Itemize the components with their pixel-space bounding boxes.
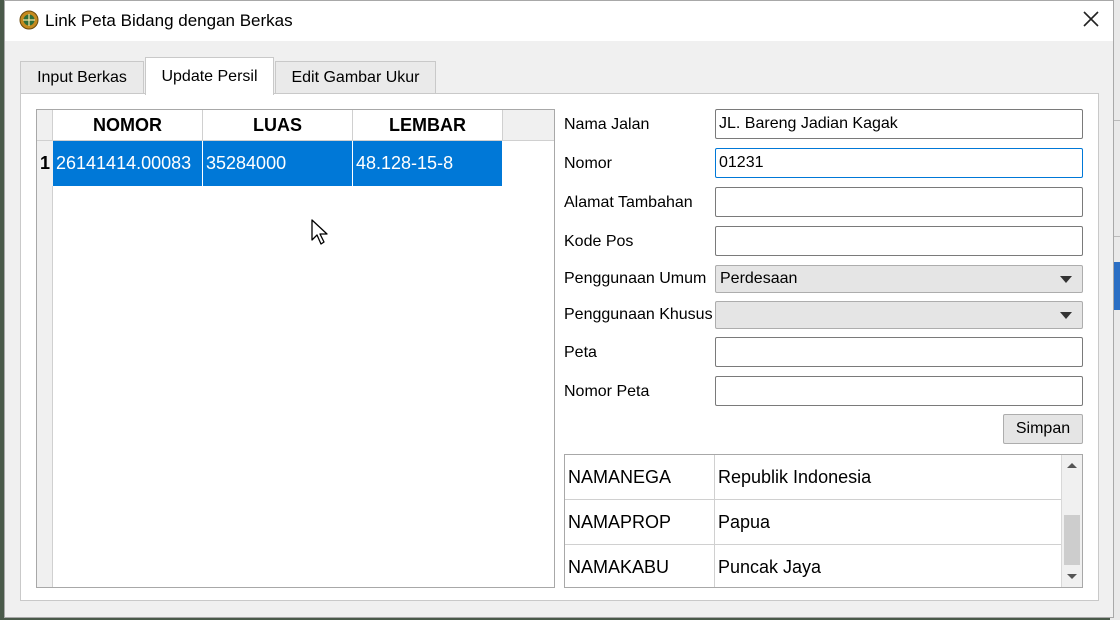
property-table-scrollbar[interactable]	[1061, 455, 1082, 587]
label-peta: Peta	[564, 344, 597, 361]
column-header-luas[interactable]: LUAS	[203, 110, 353, 141]
label-kode-pos: Kode Pos	[564, 233, 634, 250]
table-row[interactable]: NAMANEGA Republik Indonesia	[565, 455, 1061, 500]
property-key[interactable]: NAMAKABU	[565, 545, 715, 587]
background-window-divider	[1114, 120, 1120, 121]
tab-update-persil[interactable]: Update Persil	[145, 57, 274, 95]
label-penggunaan-umum: Penggunaan Umum	[564, 270, 707, 287]
scroll-up-button[interactable]	[1062, 455, 1082, 475]
background-window-accent	[1114, 262, 1120, 310]
property-value[interactable]: Papua	[715, 500, 1061, 545]
label-penggunaan-khusus: Penggunaan Khusus	[564, 306, 713, 323]
property-key[interactable]: NAMANEGA	[565, 455, 715, 500]
close-icon	[1082, 10, 1100, 33]
penggunaan-umum-value: Perdesaan	[720, 270, 798, 287]
cell-luas[interactable]: 35284000	[203, 141, 353, 186]
grid-corner	[37, 110, 53, 141]
tab-content-update-persil: NOMOR LUAS LEMBAR 1 26141414.00083 35284…	[20, 93, 1099, 601]
tab-edit-gambar-ukur[interactable]: Edit Gambar Ukur	[275, 61, 436, 94]
table-row[interactable]: NAMAKABU Puncak Jaya	[565, 545, 1061, 587]
property-table[interactable]: NAMANEGA Republik Indonesia NAMAPROP Pap…	[564, 454, 1083, 588]
alamat-tambahan-field[interactable]	[715, 187, 1083, 217]
cell-lembar[interactable]: 48.128-15-8	[353, 141, 503, 186]
chevron-down-icon	[1060, 276, 1072, 283]
grid-header-filler	[503, 110, 554, 141]
column-header-nomor[interactable]: NOMOR	[53, 110, 203, 141]
kode-pos-field[interactable]	[715, 226, 1083, 256]
cell-nomor[interactable]: 26141414.00083	[53, 141, 203, 186]
penggunaan-khusus-dropdown[interactable]	[715, 301, 1083, 329]
label-nomor: Nomor	[564, 155, 613, 172]
chevron-down-icon	[1060, 312, 1072, 319]
nomor-field[interactable]: 01231	[715, 148, 1083, 178]
title-bar: Link Peta Bidang dengan Berkas	[5, 1, 1113, 41]
scrollbar-thumb[interactable]	[1064, 515, 1080, 565]
globe-map-icon	[19, 10, 39, 30]
background-window-divider	[1114, 236, 1120, 237]
row-header[interactable]: 1	[37, 141, 53, 186]
label-nomor-peta: Nomor Peta	[564, 383, 650, 400]
scroll-up-icon	[1066, 456, 1078, 474]
row-header-column	[37, 141, 53, 587]
scroll-down-icon	[1066, 568, 1078, 586]
simpan-button[interactable]: Simpan	[1003, 414, 1083, 444]
property-value[interactable]: Puncak Jaya	[715, 545, 1061, 587]
persil-grid[interactable]: NOMOR LUAS LEMBAR 1 26141414.00083 35284…	[36, 109, 555, 588]
mouse-pointer-icon	[310, 218, 330, 251]
dialog-window: Link Peta Bidang dengan Berkas Input Ber…	[4, 0, 1114, 618]
scroll-down-button[interactable]	[1062, 567, 1082, 587]
label-nama-jalan: Nama Jalan	[564, 116, 650, 133]
peta-field[interactable]	[715, 337, 1083, 367]
property-key[interactable]: NAMAPROP	[565, 500, 715, 545]
property-value[interactable]: Republik Indonesia	[715, 455, 1061, 500]
close-button[interactable]	[1077, 7, 1105, 35]
label-alamat-tambahan: Alamat Tambahan	[564, 194, 693, 211]
nama-jalan-field[interactable]: JL. Bareng Jadian Kagak	[715, 109, 1083, 139]
window-title: Link Peta Bidang dengan Berkas	[45, 11, 293, 30]
column-header-lembar[interactable]: LEMBAR	[353, 110, 503, 141]
table-row[interactable]: NAMAPROP Papua	[565, 500, 1061, 545]
tab-input-berkas[interactable]: Input Berkas	[20, 61, 144, 94]
penggunaan-umum-dropdown[interactable]: Perdesaan	[715, 265, 1083, 293]
nomor-peta-field[interactable]	[715, 376, 1083, 406]
